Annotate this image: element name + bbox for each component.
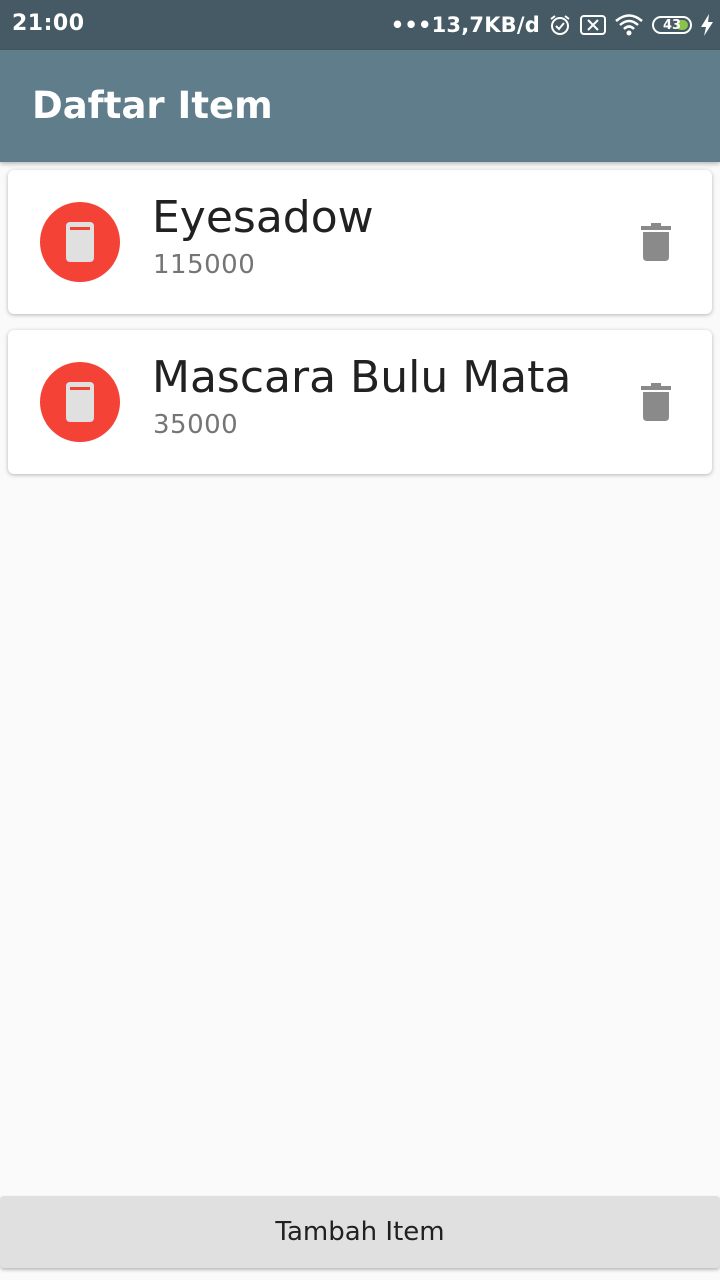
trash-icon — [641, 383, 671, 421]
phone-icon — [40, 202, 120, 282]
item-price: 35000 — [153, 410, 239, 440]
status-bar: 21:00 •••13,7KB/d 43 — [0, 0, 720, 50]
list-item[interactable]: Eyesadow 115000 — [8, 170, 712, 314]
item-list: Eyesadow 115000 Mascara Bulu Mata 35000 — [8, 170, 712, 490]
network-speed: •••13,7KB/d — [390, 13, 540, 37]
no-sim-icon — [580, 14, 606, 36]
alarm-icon — [548, 13, 572, 37]
battery-level: 43 — [662, 17, 682, 33]
status-icons: •••13,7KB/d 43 — [391, 9, 714, 41]
item-name: Mascara Bulu Mata — [152, 352, 572, 403]
list-item[interactable]: Mascara Bulu Mata 35000 — [8, 330, 712, 474]
add-item-button[interactable]: Tambah Item — [0, 1196, 720, 1268]
delete-button[interactable] — [628, 214, 684, 270]
wifi-icon — [614, 13, 644, 37]
battery-icon: 43 — [652, 16, 692, 34]
page-title: Daftar Item — [32, 84, 273, 127]
delete-button[interactable] — [628, 374, 684, 430]
app-bar: Daftar Item — [0, 50, 720, 162]
status-time: 21:00 — [12, 11, 85, 36]
charging-icon — [700, 14, 714, 36]
item-price: 115000 — [153, 250, 256, 280]
trash-icon — [641, 223, 671, 261]
item-name: Eyesadow — [152, 192, 374, 243]
phone-icon — [40, 362, 120, 442]
